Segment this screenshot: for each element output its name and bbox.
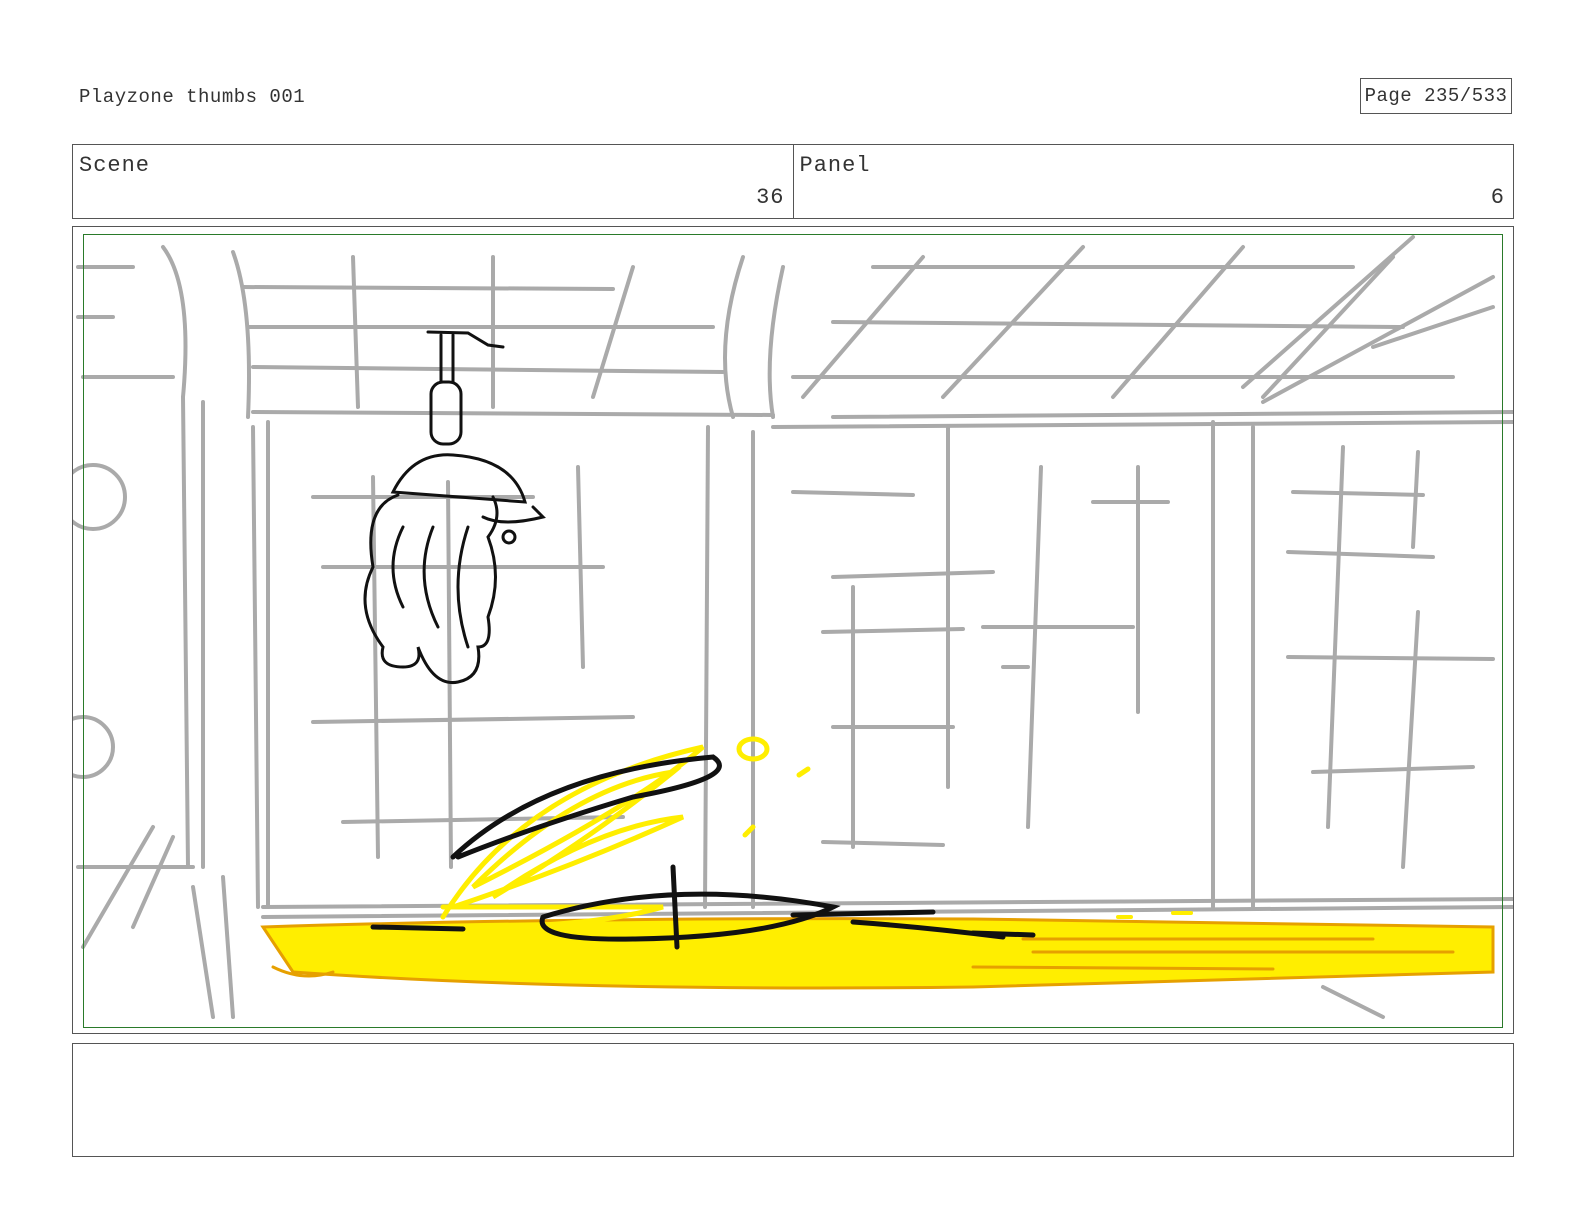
notes-box (72, 1043, 1514, 1157)
hanging-mop (363, 330, 546, 685)
scene-label: Scene (79, 153, 151, 178)
scene-number: 36 (756, 185, 785, 210)
storyboard-sketch (73, 235, 1513, 1019)
document-title: Playzone thumbs 001 (79, 86, 306, 108)
scene-panel-header: Scene 36 Panel 6 (72, 144, 1514, 219)
panel-label: Panel (799, 153, 871, 178)
panel-number: 6 (1490, 185, 1505, 210)
scene-cell: Scene 36 (73, 145, 793, 218)
page-number-box: Page 235/533 (1360, 78, 1512, 114)
panel-cell: Panel 6 (792, 145, 1514, 218)
storyboard-frame (72, 226, 1514, 1034)
spill-drops (1116, 911, 1193, 919)
